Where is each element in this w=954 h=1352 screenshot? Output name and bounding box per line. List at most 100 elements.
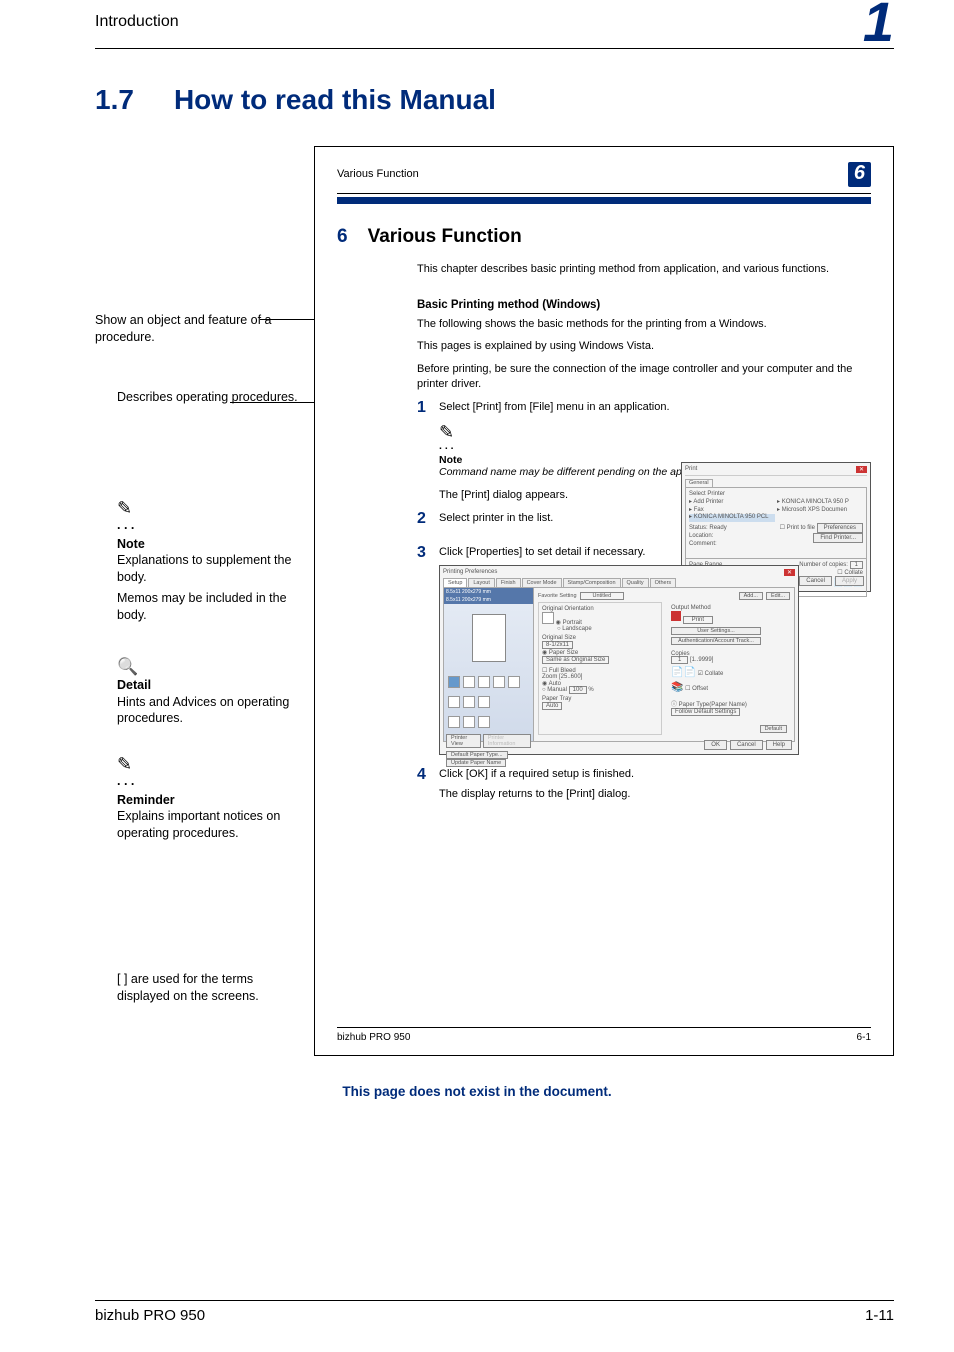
dots: . . . xyxy=(439,440,871,452)
printer-item: ▸ KONICA MINOLTA 950 P xyxy=(777,499,863,507)
sample-paragraph: Before printing, be sure the connection … xyxy=(417,362,871,392)
value: Same as Original Size xyxy=(542,656,609,664)
label: Offset xyxy=(692,686,708,692)
footer-page-number: 1-11 xyxy=(865,1307,894,1324)
step-number: 2 xyxy=(417,511,439,527)
cancel-button: Cancel xyxy=(730,740,763,750)
list-item: 8.5x11 200x279 mm xyxy=(444,596,533,604)
detail-body: Hints and Advices on operating procedure… xyxy=(117,694,305,728)
callout-detail: Detail Hints and Advices on operating pr… xyxy=(117,656,305,728)
figure-caption: This page does not exist in the document… xyxy=(0,1084,954,1099)
help-button: Help xyxy=(766,740,792,750)
sample-page: Various Function 6 6Various Function Thi… xyxy=(314,146,894,1056)
tab: Stamp/Composition xyxy=(563,578,621,587)
sample-heading: 6Various Function xyxy=(337,226,871,248)
view-icon xyxy=(478,716,490,728)
tab: Cover Mode xyxy=(522,578,562,587)
reminder-title: Reminder xyxy=(117,793,175,807)
sample-running-head: Various Function xyxy=(337,168,419,180)
view-icon xyxy=(463,716,475,728)
printer-item: ▸ Microsoft XPS Documen xyxy=(777,507,863,515)
sample-paragraph: This pages is explained by using Windows… xyxy=(417,339,871,354)
dots: . . . xyxy=(117,773,305,790)
value: Print xyxy=(683,616,713,624)
value: Ready xyxy=(709,525,726,531)
print-icon xyxy=(671,611,681,621)
pencil-icon xyxy=(439,422,459,442)
default-paper-type-button: Default Paper Type... xyxy=(446,751,508,759)
label: Number of copies: xyxy=(799,562,848,568)
page-footer: bizhub PRO 950 1-11 xyxy=(95,1300,894,1324)
printer-item: ▸ Fax xyxy=(689,507,775,515)
close-icon: ✕ xyxy=(856,466,867,473)
step-number: 4 xyxy=(417,767,439,783)
update-paper-name-button: Update Paper Name xyxy=(446,759,506,767)
printer-item-selected: ▸ KONICA MINOLTA 950 PCL xyxy=(689,514,775,522)
magnifier-icon xyxy=(117,656,137,676)
printer-view-button: Printer View xyxy=(446,734,481,748)
step-text: Click [OK] if a required setup is finish… xyxy=(439,767,871,783)
sample-chapter-badge: 6 xyxy=(848,162,871,187)
default-button: Default xyxy=(760,725,787,733)
value: 1 xyxy=(671,656,688,664)
label: Full Bleed xyxy=(549,668,576,674)
tab: Layout xyxy=(468,578,495,587)
reminder-body: Explains important notices on operating … xyxy=(117,808,305,842)
label: Collate xyxy=(705,671,724,677)
callout-text: Show an object and feature of a procedur… xyxy=(95,313,272,344)
sample-footer: bizhub PRO 950 6-1 xyxy=(337,1027,871,1043)
step-number: 3 xyxy=(417,545,439,561)
callout-feature: Show an object and feature of a procedur… xyxy=(95,312,305,346)
pencil-icon xyxy=(117,496,137,516)
range: [1..9999] xyxy=(690,657,713,663)
note-title: Note xyxy=(117,537,145,551)
value: 8-1/2x11 xyxy=(542,641,573,649)
view-icon xyxy=(508,676,520,688)
pencil-icon xyxy=(117,752,137,772)
cancel-button: Cancel xyxy=(799,576,832,586)
prefs-dialog-mock: Printing Preferences ✕ Setup Layout Fini… xyxy=(439,565,799,755)
view-icon xyxy=(448,716,460,728)
sample-heading-num: 6 xyxy=(337,226,348,247)
section-title: How to read this Manual xyxy=(174,84,496,115)
detail-title: Detail xyxy=(117,678,151,692)
chapter-number: 1 xyxy=(863,0,894,45)
sample-footer-model: bizhub PRO 950 xyxy=(337,1032,410,1043)
view-icon xyxy=(463,676,475,688)
view-icon xyxy=(493,676,505,688)
sample-intro: This chapter describes basic printing me… xyxy=(417,262,871,277)
note-body: Memos may be included in the body. xyxy=(117,590,305,624)
auth-button: Authentication/Account Track... xyxy=(671,637,761,645)
tabs-row: Setup Layout Finish Cover Mode Stamp/Com… xyxy=(443,578,795,587)
step-text: Select [Print] from [File] menu in an ap… xyxy=(439,400,871,416)
view-icon xyxy=(478,696,490,708)
user-settings-button: User Settings... xyxy=(671,627,761,635)
collate-icon: 📄📄 xyxy=(671,667,696,678)
label: Manual xyxy=(547,687,567,693)
list-item: 8.5x11 200x279 mm xyxy=(444,588,533,596)
preferences-button: Preferences xyxy=(817,523,863,533)
callout-reminder: . . . Reminder Explains important notice… xyxy=(117,752,305,842)
tab: Quality xyxy=(622,578,649,587)
close-icon: ✕ xyxy=(784,569,795,576)
running-head: Introduction xyxy=(95,13,179,31)
callout-text: Describes operating procedures. xyxy=(117,390,298,404)
add-button: Add... xyxy=(739,592,763,600)
section-number: 1.7 xyxy=(95,84,134,115)
rule xyxy=(337,193,871,194)
label: Comment: xyxy=(689,541,727,549)
view-icon xyxy=(463,696,475,708)
tab-general: General xyxy=(685,479,713,488)
view-icon xyxy=(478,676,490,688)
tab: Finish xyxy=(496,578,521,587)
printer-info-button: Printer Information xyxy=(483,734,531,748)
value: 100 xyxy=(569,686,587,694)
paper-preview xyxy=(472,614,506,662)
dialog-title: Printing Preferences xyxy=(443,569,497,576)
printer-item: ▸ Add Printer xyxy=(689,499,775,507)
label: Print to file xyxy=(787,525,815,531)
sample-paragraph: The following shows the basic methods fo… xyxy=(417,317,871,332)
label: Location: xyxy=(689,533,727,541)
ok-button: OK xyxy=(704,740,727,750)
view-icon xyxy=(448,676,460,688)
